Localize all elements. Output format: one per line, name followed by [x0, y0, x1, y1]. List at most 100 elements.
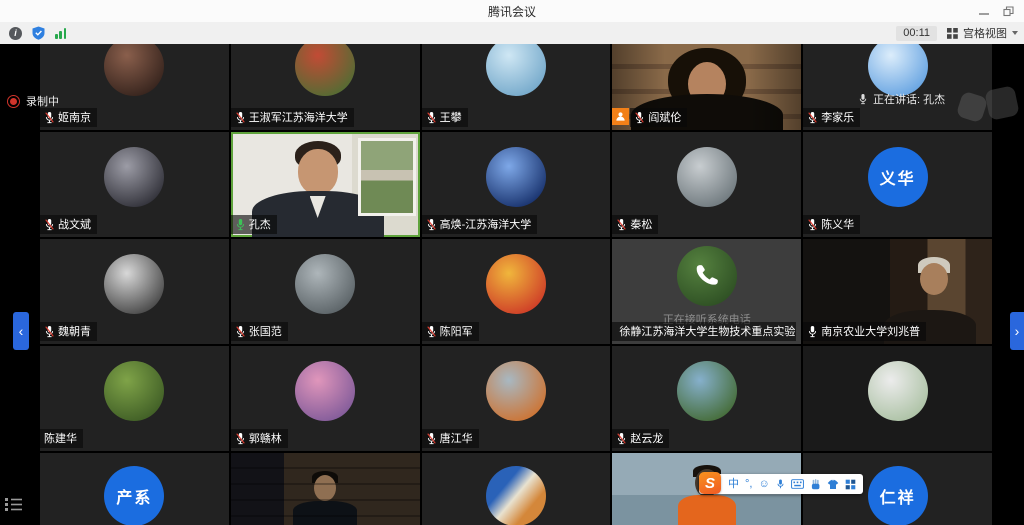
mic-muted-icon — [807, 111, 818, 124]
meeting-window: 腾讯会议 i 00:11 宫格视图 姬南京王淑军江苏海洋大学王攀阎斌伦李家乐战文… — [0, 0, 1024, 525]
restore-icon — [1003, 6, 1014, 17]
keyboard-icon[interactable] — [791, 479, 804, 489]
participant-tile[interactable]: 张国范 — [231, 239, 420, 344]
input-mode-toggle[interactable]: 中 — [728, 479, 739, 490]
host-badge — [612, 108, 629, 125]
name-pill: 陈建华 — [40, 429, 83, 448]
participant-label: 张国范 — [231, 322, 288, 341]
photo-avatar — [486, 44, 546, 96]
name-pill: 张国范 — [231, 322, 288, 341]
participant-tile[interactable] — [422, 453, 611, 525]
name-pill: 高焕-江苏海洋大学 — [422, 215, 538, 234]
participant-tile[interactable]: 秦松 — [612, 132, 801, 237]
skin-shirt-icon[interactable] — [827, 479, 839, 490]
participant-label: 阎斌伦 — [612, 108, 687, 127]
chevron-down-icon — [1012, 31, 1018, 35]
participant-label: 王攀 — [422, 108, 468, 127]
participant-name: 姬南京 — [58, 109, 91, 125]
mic-muted-icon — [426, 325, 437, 338]
restore-button[interactable] — [1000, 3, 1016, 19]
mic-muted-icon — [426, 111, 437, 124]
name-pill: 王攀 — [422, 108, 468, 127]
participant-tile[interactable]: 王攀 — [422, 44, 611, 130]
emoji-face-icon[interactable]: ☺ — [758, 479, 769, 490]
name-pill: 南京农业大学刘兆普 — [803, 322, 926, 341]
window-title: 腾讯会议 — [488, 3, 536, 20]
participant-tile[interactable]: 阎斌伦 — [612, 44, 801, 130]
photo-avatar — [295, 44, 355, 96]
sogou-logo-icon[interactable]: S — [699, 472, 721, 494]
security-shield-icon[interactable] — [32, 26, 45, 40]
name-pill: 王淑军江苏海洋大学 — [231, 108, 354, 127]
punctuation-toggle[interactable]: °, — [745, 479, 752, 490]
participant-tile[interactable]: 陈阳军 — [422, 239, 611, 344]
participant-label: 魏朝青 — [40, 322, 97, 341]
participant-tile[interactable]: 孔杰 — [231, 132, 420, 237]
participant-name: 阎斌伦 — [648, 109, 681, 125]
prev-page-button[interactable]: ‹ — [13, 312, 29, 350]
participant-tile[interactable]: 陈建华 — [40, 346, 229, 451]
participant-label: 姬南京 — [40, 108, 97, 127]
participant-label: 高焕-江苏海洋大学 — [422, 215, 538, 234]
monogram-avatar: 产系 — [104, 466, 164, 525]
participant-tile[interactable]: 王淑军江苏海洋大学 — [231, 44, 420, 130]
voice-mic-icon[interactable] — [776, 478, 785, 490]
participant-tile[interactable]: 高焕-江苏海洋大学 — [422, 132, 611, 237]
name-pill: 唐江华 — [422, 429, 479, 448]
minimize-button[interactable] — [976, 3, 992, 19]
meeting-info-icon[interactable]: i — [9, 27, 22, 40]
mic-muted-icon — [634, 111, 645, 124]
sogou-input-bar: S 中 °, ☺ — [699, 474, 863, 494]
view-switch-button[interactable]: 宫格视图 — [947, 25, 1018, 41]
video-figure-shape — [358, 138, 416, 216]
participant-tile[interactable]: 义华陈义华 — [803, 132, 992, 237]
participant-label: 战文斌 — [40, 215, 97, 234]
participant-tile[interactable]: 产系 — [40, 453, 229, 525]
name-pill: 陈阳军 — [422, 322, 479, 341]
handwriting-icon[interactable] — [810, 479, 821, 490]
member-list-button[interactable] — [5, 497, 22, 517]
participant-name: 徐静江苏海洋大学生物技术重点实验室 — [619, 323, 795, 339]
participant-name: 战文斌 — [58, 216, 91, 232]
participant-name: 陈阳军 — [440, 323, 473, 339]
participant-tile[interactable]: 战文斌 — [40, 132, 229, 237]
participant-tile[interactable]: 姬南京 — [40, 44, 229, 130]
participant-name: 陈义华 — [821, 216, 854, 232]
title-bar: 腾讯会议 — [0, 0, 1024, 23]
mic-icon — [235, 218, 246, 231]
video-grid-area: 姬南京 王淑军江苏海洋大学 王攀 阎斌伦 李家乐战文斌 孔杰高焕-江苏海洋大学 秦松 义华陈义… — [0, 44, 1024, 525]
participant-tile[interactable]: 郭赣林 — [231, 346, 420, 451]
photo-avatar — [104, 254, 164, 314]
participant-tile[interactable]: 正在接听系统电话徐静江苏海洋大学生物技术重点实验室 — [612, 239, 801, 344]
toolbar-left-icons: i — [9, 26, 66, 40]
participant-tile[interactable]: 李家乐 — [803, 44, 992, 130]
participant-name: 郭赣林 — [249, 430, 282, 446]
participant-tile[interactable] — [803, 346, 992, 451]
mic-muted-icon — [44, 218, 55, 231]
network-signal-icon[interactable] — [55, 28, 66, 39]
name-pill: 赵云龙 — [612, 429, 669, 448]
list-icon — [5, 497, 22, 512]
participant-tile[interactable]: 魏朝青 — [40, 239, 229, 344]
participant-tile[interactable]: 唐江华 — [422, 346, 611, 451]
grid-view-icon — [947, 28, 958, 39]
participant-name: 陈建华 — [44, 430, 77, 446]
name-pill: 姬南京 — [40, 108, 97, 127]
phone-call-icon — [694, 263, 720, 289]
participant-tile[interactable]: 赵云龙 — [612, 346, 801, 451]
photo-avatar — [104, 147, 164, 207]
host-person-icon — [615, 111, 626, 122]
toolbox-grid-icon[interactable] — [845, 479, 856, 490]
mic-muted-icon — [44, 325, 55, 338]
mic-icon — [858, 93, 868, 105]
participant-label: 王淑军江苏海洋大学 — [231, 108, 354, 127]
next-page-button[interactable]: › — [1010, 312, 1024, 350]
mic-muted-icon — [807, 218, 818, 231]
name-pill: 李家乐 — [803, 108, 860, 127]
active-speaker-label: 正在讲话: 孔杰 — [873, 91, 945, 107]
name-pill: 陈义华 — [803, 215, 860, 234]
participant-tile[interactable]: 南京农业大学刘兆普 — [803, 239, 992, 344]
video-figure-shape — [231, 453, 420, 525]
participant-tile[interactable] — [231, 453, 420, 525]
name-pill: 秦松 — [612, 215, 658, 234]
